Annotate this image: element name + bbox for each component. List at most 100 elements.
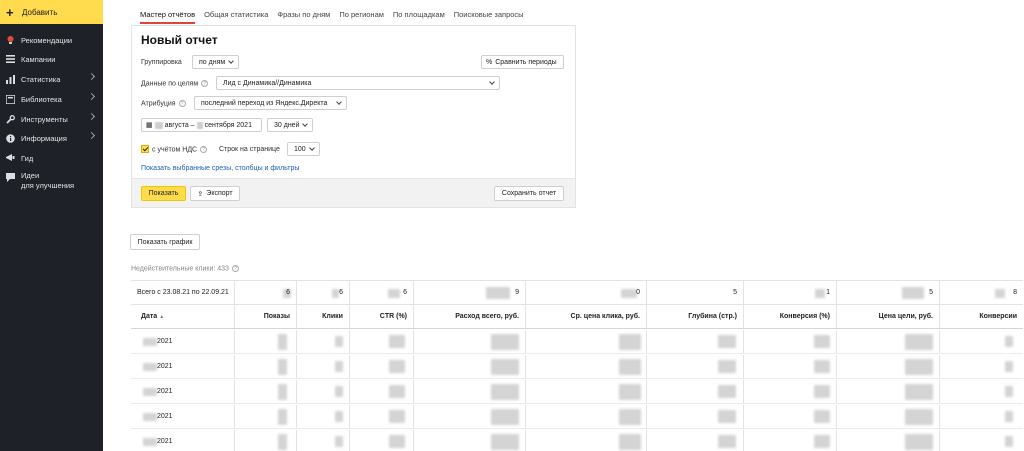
sidebar-item-library[interactable]: Библиотека: [0, 90, 103, 108]
help-icon[interactable]: ?: [178, 100, 186, 107]
goals-select[interactable]: Лид с Динамика//Динамика: [216, 76, 500, 90]
row-date: 2021: [157, 438, 173, 445]
compare-label: Сравнить периоды: [495, 58, 557, 66]
sidebar-item-label: Гид: [21, 153, 34, 163]
redacted-value: [143, 388, 157, 396]
show-chart-button[interactable]: Показать график: [130, 234, 200, 250]
redacted-value: [335, 436, 343, 447]
col-avg-cpc[interactable]: Ср. цена клика, руб.: [526, 305, 646, 328]
redacted-value: [143, 363, 157, 371]
goals-label-wrap: Данные по целям?: [141, 80, 209, 88]
redacted-value: [1005, 361, 1013, 372]
redacted-value: [491, 334, 519, 350]
sidebar-item-campaigns[interactable]: Кампании: [0, 50, 103, 68]
calendar-icon: ▦: [146, 122, 153, 129]
show-filters-link[interactable]: Показать выбранные срезы, столбцы и филь…: [141, 165, 299, 172]
col-goal-cost[interactable]: Цена цели, руб.: [837, 305, 939, 328]
redacted-value: [1005, 436, 1013, 447]
sidebar-item-ideas[interactable]: Идеи для улучшения: [0, 171, 103, 199]
compare-periods-button[interactable]: % Сравнить периоды: [481, 55, 564, 69]
chevron-right-icon: [87, 92, 96, 101]
period-select[interactable]: 30 дней: [267, 118, 313, 132]
redacted-value: [619, 334, 641, 350]
help-icon[interactable]: ?: [231, 265, 239, 272]
sidebar-item-statistics[interactable]: Статистика: [0, 70, 103, 88]
rows-per-page-select[interactable]: 100: [287, 142, 320, 156]
save-report-button[interactable]: Сохранить отчет: [494, 186, 564, 201]
period-value: 30 дней: [274, 121, 300, 129]
redacted-value: [143, 438, 157, 446]
list-icon: [5, 54, 15, 64]
help-icon[interactable]: ?: [200, 146, 208, 153]
show-button[interactable]: Показать: [141, 186, 186, 201]
export-label: Экспорт: [206, 190, 233, 197]
sidebar-item-tools[interactable]: Инструменты: [0, 110, 103, 128]
redacted-value: [335, 411, 343, 422]
sidebar-item-label: Идеи: [21, 171, 40, 180]
page-title: Новый отчет: [141, 33, 218, 47]
rows-per-page-label: Строк на странице: [219, 146, 280, 153]
col-conversion-rate[interactable]: Конверсия (%): [744, 305, 836, 328]
sidebar-item-label: Библиотека: [21, 94, 62, 104]
vat-checkbox[interactable]: [141, 145, 149, 153]
info-icon: [5, 133, 15, 143]
col-clicks[interactable]: Клики: [297, 305, 349, 328]
sidebar-item-label: Статистика: [21, 74, 61, 84]
report-panel: Новый отчет Группировка по дням % Сравни…: [131, 25, 576, 208]
attribution-label: Атрибуция: [141, 100, 176, 108]
tab-regions[interactable]: По регионам: [339, 10, 384, 24]
goals-value: Лид с Динамика//Динамика: [223, 79, 312, 87]
tab-placements[interactable]: По площадкам: [393, 10, 445, 24]
sidebar-item-recommendations[interactable]: Рекомендации: [0, 31, 103, 49]
redacted-value: [1005, 336, 1013, 347]
sidebar-item-guide[interactable]: Гид: [0, 149, 103, 167]
chevron-down-icon: [302, 121, 308, 127]
redacted-value: [718, 360, 736, 373]
redacted-value: [491, 434, 519, 450]
tab-search-queries[interactable]: Поисковые запросы: [454, 10, 524, 24]
tab-phrases-by-day[interactable]: Фразы по дням: [277, 10, 330, 24]
redacted-value: [619, 359, 641, 375]
help-icon[interactable]: ?: [201, 80, 209, 87]
row-date: 2021: [157, 388, 173, 395]
col-spend[interactable]: Расход всего, руб.: [414, 305, 525, 328]
redacted-value: [1005, 386, 1013, 397]
redacted-value: [814, 410, 830, 423]
redacted-value: [814, 335, 830, 348]
col-date-label: Дата: [141, 313, 158, 320]
redacted-value: [905, 384, 933, 400]
col-date[interactable]: Дата ▲: [141, 305, 231, 328]
redacted-value: [905, 434, 933, 450]
totals-row: Всего с 23.08.21 по 22.09.21 6 6 6 9 0 5…: [131, 280, 1023, 305]
redacted-value: [389, 435, 405, 448]
redacted-value: [491, 384, 519, 400]
export-button[interactable]: ⇪ Экспорт: [190, 186, 240, 201]
col-impressions[interactable]: Показы: [235, 305, 296, 328]
row-date: 2021: [157, 413, 173, 420]
col-ctr[interactable]: CTR (%): [350, 305, 413, 328]
redacted-value: [905, 409, 933, 425]
chevron-down-icon: [336, 99, 342, 105]
redacted-value: [491, 359, 519, 375]
col-depth[interactable]: Глубина (стр.): [647, 305, 743, 328]
totals-goal-cost: 5: [929, 289, 933, 296]
redacted-value: [905, 334, 933, 350]
attribution-select[interactable]: последний переход из Яндекс.Директа: [194, 96, 347, 110]
compare-icon: %: [486, 58, 493, 66]
goals-label: Данные по целям: [141, 80, 199, 88]
grouping-select[interactable]: по дням: [192, 55, 239, 69]
table-row: 2021: [131, 330, 1023, 354]
totals-conversion-rate: 1: [826, 289, 830, 296]
sidebar-item-info[interactable]: Информация: [0, 129, 103, 147]
tab-general-stats[interactable]: Общая статистика: [204, 10, 268, 24]
redacted-value: [905, 359, 933, 375]
redacted-value: [491, 409, 519, 425]
col-conversions[interactable]: Конверсии: [940, 305, 1023, 328]
plus-icon: +: [6, 4, 14, 20]
add-button[interactable]: + Добавить: [0, 0, 103, 24]
date-range-input[interactable]: ▦ августа – сентября 2021: [141, 118, 262, 132]
redacted-value: [389, 385, 405, 398]
tab-report-master[interactable]: Мастер отчётов: [140, 10, 196, 24]
table-row: 2021: [131, 380, 1023, 404]
guide-icon: [5, 153, 15, 163]
